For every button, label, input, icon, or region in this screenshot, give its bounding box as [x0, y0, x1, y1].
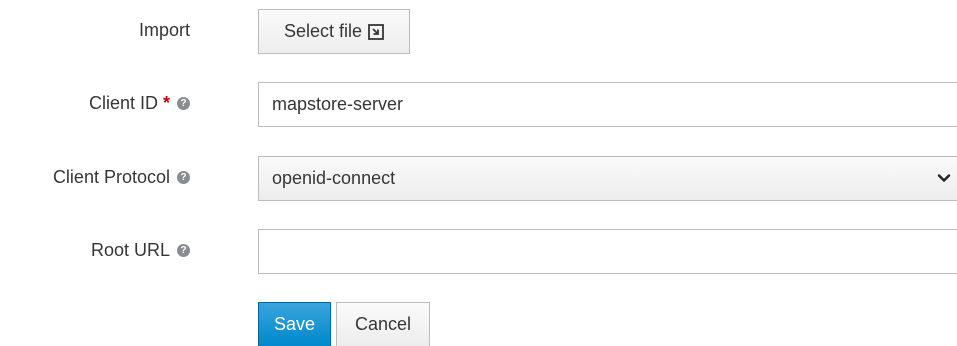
file-import-icon: [368, 23, 384, 40]
question-circle-icon[interactable]: ?: [177, 171, 190, 184]
client-protocol-selected-value: openid-connect: [272, 168, 396, 188]
select-file-button[interactable]: Select file: [258, 9, 410, 54]
client-protocol-label: Client Protocol ?: [53, 167, 190, 188]
required-marker: *: [162, 93, 170, 113]
question-circle-icon[interactable]: ?: [177, 97, 190, 110]
client-protocol-select[interactable]: openid-connect: [258, 156, 957, 201]
cancel-button[interactable]: Cancel: [336, 302, 430, 346]
import-label-text: Import: [138, 20, 190, 40]
save-button[interactable]: Save: [258, 302, 331, 346]
import-label: Import: [139, 20, 190, 41]
client-id-label: Client ID * ?: [89, 93, 190, 114]
create-client-form: Import Select file Client ID * ? Client …: [0, 0, 957, 346]
client-id-label-text: Client ID: [88, 93, 158, 113]
root-url-label-text: Root URL: [90, 240, 170, 260]
cancel-button-label: Cancel: [354, 314, 412, 334]
root-url-label: Root URL ?: [91, 240, 190, 261]
select-file-button-label: Select file: [283, 21, 363, 41]
client-id-input[interactable]: [258, 82, 957, 127]
client-protocol-label-text: Client Protocol: [52, 167, 170, 187]
question-circle-icon[interactable]: ?: [177, 244, 190, 257]
chevron-down-icon: [937, 174, 951, 182]
root-url-input[interactable]: [258, 229, 957, 274]
save-button-label: Save: [273, 314, 316, 334]
